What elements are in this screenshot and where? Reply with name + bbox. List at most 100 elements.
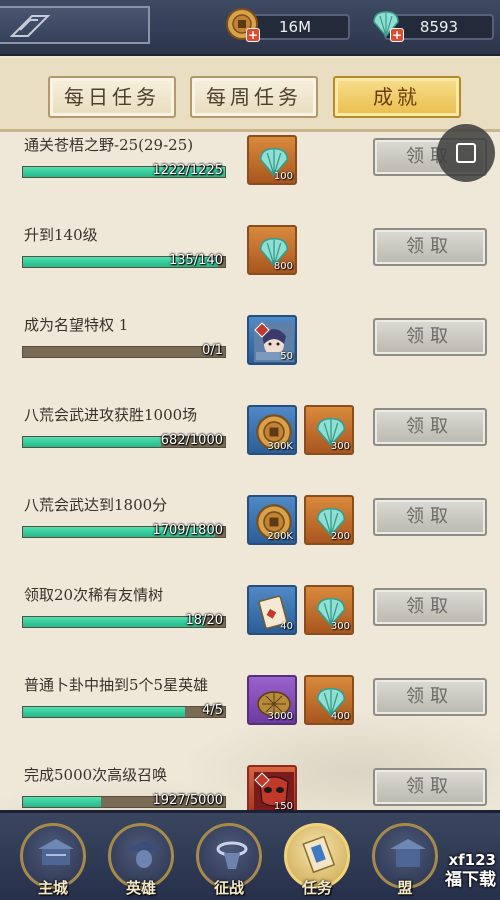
floating-window-button[interactable]: [437, 124, 495, 182]
task-row: 通关苍梧之野-25(29-25) 1222/1225 100 领取: [0, 135, 500, 225]
add-gold-icon[interactable]: +: [246, 28, 260, 42]
progress-text: 18/20: [185, 613, 223, 628]
reward-item[interactable]: 200: [304, 495, 354, 545]
tab-daily[interactable]: 每日任务: [48, 76, 176, 118]
task-title: 完成5000次高级召唤: [24, 766, 168, 784]
progress-bar: 1927/5000: [22, 793, 226, 808]
task-row: 升到140级 135/140 800 领取: [0, 225, 500, 315]
progress-text: 135/140: [168, 253, 223, 268]
task-title: 成为名望特权 1: [24, 316, 129, 334]
reward-item[interactable]: 300: [304, 585, 354, 635]
reward-qty: 200K: [267, 531, 293, 542]
progress-bar: 18/20: [22, 613, 226, 628]
task-tabs: 每日任务 每周任务 成就: [0, 58, 500, 132]
nav-label: 征战: [213, 879, 244, 897]
hero-icon: [126, 841, 162, 868]
reward-item[interactable]: 100: [247, 135, 297, 185]
nav-city[interactable]: 主城: [18, 823, 88, 900]
progress-fill: [23, 797, 101, 807]
fragment-badge-icon: [254, 772, 270, 788]
reward-item[interactable]: 800: [247, 225, 297, 275]
reward-qty: 50: [280, 351, 293, 362]
progress-bar: 0/1: [22, 343, 226, 358]
progress-bar: 1709/1800: [22, 523, 226, 538]
progress-bar: 682/1000: [22, 433, 226, 448]
watermark-line2: 福下载: [445, 870, 496, 890]
claim-button[interactable]: 领取: [373, 498, 487, 536]
progress-bar: 1222/1225: [22, 163, 226, 178]
nav-battle[interactable]: 征战: [194, 823, 264, 900]
claim-button[interactable]: 领取: [373, 588, 487, 626]
task-title: 升到140级: [24, 226, 98, 244]
task-title: 普通卜卦中抽到5个5星英雄: [24, 676, 209, 694]
tab-achievements[interactable]: 成就: [333, 76, 461, 118]
coin-icon[interactable]: +: [224, 6, 260, 42]
progress-text: 4/5: [202, 703, 223, 718]
nav-label: 英雄: [125, 879, 156, 897]
reward-item[interactable]: 3000: [247, 675, 297, 725]
reward-qty: 300: [330, 441, 350, 452]
claim-button[interactable]: 领取: [373, 408, 487, 446]
progress-text: 682/1000: [160, 433, 223, 448]
progress-fill: [23, 437, 161, 447]
add-shell-icon[interactable]: +: [390, 28, 404, 42]
reward-item[interactable]: 150: [247, 765, 297, 810]
city-icon: [38, 839, 74, 865]
nav-label: 任务: [301, 879, 332, 897]
fragment-badge-icon: [254, 322, 270, 338]
task-row: 成为名望特权 1 0/1 50 领取: [0, 315, 500, 405]
nav-label: 主城: [37, 879, 68, 897]
reward-item[interactable]: 40: [247, 585, 297, 635]
claim-button[interactable]: 领取: [373, 768, 487, 806]
reward-qty: 150: [273, 801, 293, 810]
task-row: 八荒会武达到1800分 1709/1800 200K 200 领取: [0, 495, 500, 585]
progress-text: 0/1: [202, 343, 223, 358]
claim-button[interactable]: 领取: [373, 318, 487, 356]
task-row: 完成5000次高级召唤 1927/5000 150 领取: [0, 765, 500, 810]
square-icon: [456, 143, 476, 163]
reward-qty: 200: [330, 531, 350, 542]
task-title: 通关苍梧之野-25(29-25): [24, 136, 194, 154]
task-title: 领取20次稀有友情树: [24, 586, 164, 604]
reward-item[interactable]: 300: [304, 405, 354, 455]
reward-item[interactable]: 300K: [247, 405, 297, 455]
nav-tasks[interactable]: 任务: [282, 823, 352, 900]
progress-bar: 135/140: [22, 253, 226, 268]
task-row: 普通卜卦中抽到5个5星英雄 4/5 3000 400 领取: [0, 675, 500, 765]
reward-qty: 400: [330, 711, 350, 722]
top-bar: 16M + 8593 +: [0, 0, 500, 56]
reward-item[interactable]: 200K: [247, 495, 297, 545]
progress-text: 1222/1225: [152, 163, 223, 178]
reward-item[interactable]: 50: [247, 315, 297, 365]
menu-emblem[interactable]: [0, 6, 150, 44]
reward-qty: 40: [280, 621, 293, 632]
reward-item[interactable]: 400: [304, 675, 354, 725]
emblem-icon: [10, 15, 50, 37]
claim-button[interactable]: 领取: [373, 678, 487, 716]
scroll-icon: [302, 835, 336, 874]
reward-qty: 800: [273, 261, 293, 272]
reward-qty: 100: [273, 171, 293, 182]
achievement-list[interactable]: 通关苍梧之野-25(29-25) 1222/1225 100 领取 升到140级…: [0, 132, 500, 810]
watermark: xf123 福下载: [392, 850, 500, 890]
progress-fill: [23, 707, 185, 717]
claim-button[interactable]: 领取: [373, 228, 487, 266]
task-row: 领取20次稀有友情树 18/20 40 300 领取: [0, 585, 500, 675]
progress-text: 1927/5000: [152, 793, 223, 808]
progress-fill: [23, 617, 205, 627]
task-row: 八荒会武进攻获胜1000场 682/1000 300K 300 领取: [0, 405, 500, 495]
progress-text: 1709/1800: [152, 523, 223, 538]
task-title: 八荒会武进攻获胜1000场: [24, 406, 198, 424]
progress-bar: 4/5: [22, 703, 226, 718]
nav-hero[interactable]: 英雄: [106, 823, 176, 900]
tab-weekly[interactable]: 每周任务: [190, 76, 318, 118]
battle-icon: [216, 841, 248, 869]
shell-value: 8593: [419, 18, 459, 36]
reward-qty: 3000: [267, 711, 293, 722]
task-title: 八荒会武达到1800分: [24, 496, 168, 514]
reward-qty: 300K: [267, 441, 293, 452]
gold-value: 16M: [278, 18, 312, 36]
watermark-line1: xf123: [448, 851, 496, 869]
shell-icon[interactable]: +: [368, 6, 404, 42]
reward-qty: 300: [330, 621, 350, 632]
